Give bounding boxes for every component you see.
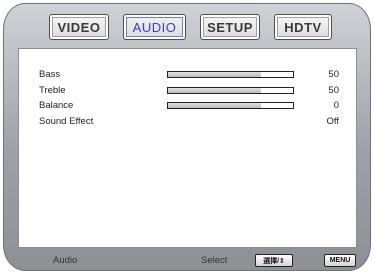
tab-setup-label: SETUP [207,19,253,35]
balance-slider-fill [168,103,261,108]
balance-label: Balance [39,100,74,111]
tab-audio-label: AUDIO [132,19,177,35]
select-key-icon: 選擇/⇕ [255,254,293,267]
tab-hdtv[interactable]: HDTV [274,14,332,40]
treble-slider-fill [168,88,261,93]
balance-value: 0 [333,100,339,111]
bass-value: 50 [328,69,339,80]
tab-audio[interactable]: AUDIO [123,14,186,40]
tab-video-label: VIDEO [57,19,101,35]
bass-label: Bass [39,69,61,80]
bass-slider-fill [168,72,261,77]
treble-slider[interactable] [167,87,294,94]
sound-effect-label: Sound Effect [39,116,94,127]
treble-label: Treble [39,85,66,96]
treble-value: 50 [328,85,339,96]
tab-bar: VIDEO AUDIO SETUP HDTV [0,0,375,48]
sound-effect-value: Off [326,116,340,127]
tab-setup[interactable]: SETUP [200,14,260,40]
footer-title: Audio [53,255,78,266]
menu-row-balance[interactable]: Balance 0 [39,99,339,113]
footer-hint: Select [201,255,228,266]
menu-row-sound-effect[interactable]: Sound Effect Off [39,115,339,129]
menu-row-bass[interactable]: Bass 50 [39,68,339,82]
bass-slider[interactable] [167,71,294,78]
tab-video[interactable]: VIDEO [49,14,109,40]
menu-row-treble[interactable]: Treble 50 [39,84,339,98]
footer-bar: Audio Select 選擇/⇕ MENU [0,251,375,271]
audio-settings-panel: Bass 50 Treble 50 Balance 0 Sound Effect… [18,48,357,248]
tab-hdtv-label: HDTV [284,19,322,35]
menu-key-icon: MENU [324,254,356,267]
balance-slider[interactable] [167,102,294,109]
